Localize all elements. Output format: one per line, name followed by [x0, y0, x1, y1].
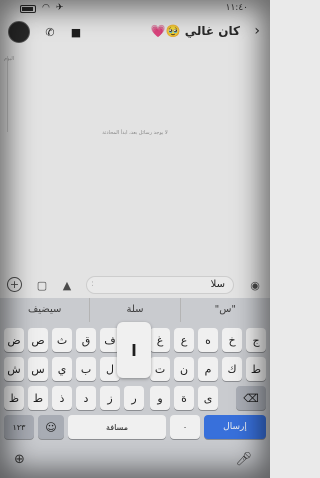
- avatar[interactable]: [8, 21, 30, 43]
- contact-name[interactable]: كان غالي 🥹💗: [151, 24, 240, 38]
- zero-key[interactable]: ٠: [170, 415, 200, 439]
- keyboard-bottom-bar: ⊕ 🎤︎: [0, 446, 270, 478]
- phone-icon: ✆: [45, 25, 55, 39]
- globe-icon[interactable]: ⊕: [14, 452, 25, 467]
- microphone-icon[interactable]: 🎤︎: [235, 452, 252, 467]
- emoji-key[interactable]: ☺: [38, 415, 64, 439]
- timeline: اليوم: [4, 56, 14, 156]
- chat-screen: ◠ ✈ ١١:٤٠ ✆ ■ كان غالي 🥹💗 › اليوم لا يوج…: [0, 0, 270, 478]
- composer: + ▢ ▲ سلا : ◉: [0, 272, 270, 298]
- image-icon[interactable]: ▲: [58, 276, 76, 294]
- battery-icon: [20, 4, 36, 13]
- plus-icon[interactable]: +: [7, 277, 22, 292]
- key[interactable]: ظ: [4, 386, 24, 410]
- video-icon: ■: [70, 25, 82, 39]
- key[interactable]: ض: [4, 328, 24, 352]
- key-popup: ا: [117, 322, 151, 378]
- suggestion-item[interactable]: سلة: [90, 298, 181, 322]
- backspace-key[interactable]: ⌫: [236, 386, 266, 410]
- key[interactable]: ق: [76, 328, 96, 352]
- key[interactable]: ب: [76, 357, 96, 381]
- camera-icon[interactable]: ◉: [246, 276, 264, 294]
- status-icons: ◠ ✈: [20, 4, 63, 13]
- key[interactable]: د: [76, 386, 96, 410]
- suggestion-item[interactable]: "س": [181, 298, 270, 322]
- video-call-button[interactable]: ■: [66, 22, 86, 42]
- key[interactable]: ر: [124, 386, 144, 410]
- suggestion-bar: سيضيف سلة "س": [0, 298, 270, 322]
- backspace-icon: ⌫: [243, 391, 259, 405]
- key[interactable]: ص: [28, 328, 48, 352]
- key[interactable]: ت: [150, 357, 170, 381]
- input-handle-icon: :: [91, 279, 95, 289]
- key[interactable]: خ: [222, 328, 242, 352]
- space-key[interactable]: مسافة: [68, 415, 166, 439]
- key[interactable]: ث: [52, 328, 72, 352]
- key[interactable]: ى: [198, 386, 218, 410]
- call-button[interactable]: ✆: [40, 22, 60, 42]
- key[interactable]: ة: [174, 386, 194, 410]
- key[interactable]: ز: [100, 386, 120, 410]
- timeline-label: اليوم: [4, 56, 15, 62]
- key[interactable]: م: [198, 357, 218, 381]
- key[interactable]: و: [150, 386, 170, 410]
- send-key[interactable]: إرسال: [204, 415, 266, 439]
- emoji-icon: ☺: [45, 420, 57, 434]
- message-list: اليوم لا يوجد رسائل بعد، ابدأ المحادثة: [0, 48, 270, 272]
- key[interactable]: ذ: [52, 386, 72, 410]
- status-bar: ◠ ✈ ١١:٤٠: [0, 0, 270, 18]
- message-input[interactable]: سلا :: [86, 276, 234, 294]
- wifi-icon: ◠: [42, 3, 50, 13]
- key[interactable]: ي: [52, 357, 72, 381]
- sticker-icon[interactable]: ▢: [33, 276, 51, 294]
- chat-header: ✆ ■ كان غالي 🥹💗 ›: [0, 18, 270, 48]
- timeline-line: [7, 56, 8, 132]
- key[interactable]: س: [28, 357, 48, 381]
- key[interactable]: ك: [222, 357, 242, 381]
- key[interactable]: ج: [246, 328, 266, 352]
- key[interactable]: ط: [28, 386, 48, 410]
- numbers-key[interactable]: ١٢٣: [4, 415, 34, 439]
- key[interactable]: ش: [4, 357, 24, 381]
- key[interactable]: غ: [150, 328, 170, 352]
- message-input-text: سلا: [210, 279, 225, 290]
- back-arrow-icon[interactable]: ›: [254, 23, 260, 39]
- status-time: ١١:٤٠: [225, 3, 248, 13]
- key[interactable]: ه: [198, 328, 218, 352]
- airplane-icon: ✈: [55, 3, 64, 13]
- suggestion-item[interactable]: سيضيف: [0, 298, 91, 322]
- key[interactable]: ع: [174, 328, 194, 352]
- key[interactable]: ط: [246, 357, 266, 381]
- key[interactable]: ن: [174, 357, 194, 381]
- empty-chat-note: لا يوجد رسائل بعد، ابدأ المحادثة: [102, 130, 168, 136]
